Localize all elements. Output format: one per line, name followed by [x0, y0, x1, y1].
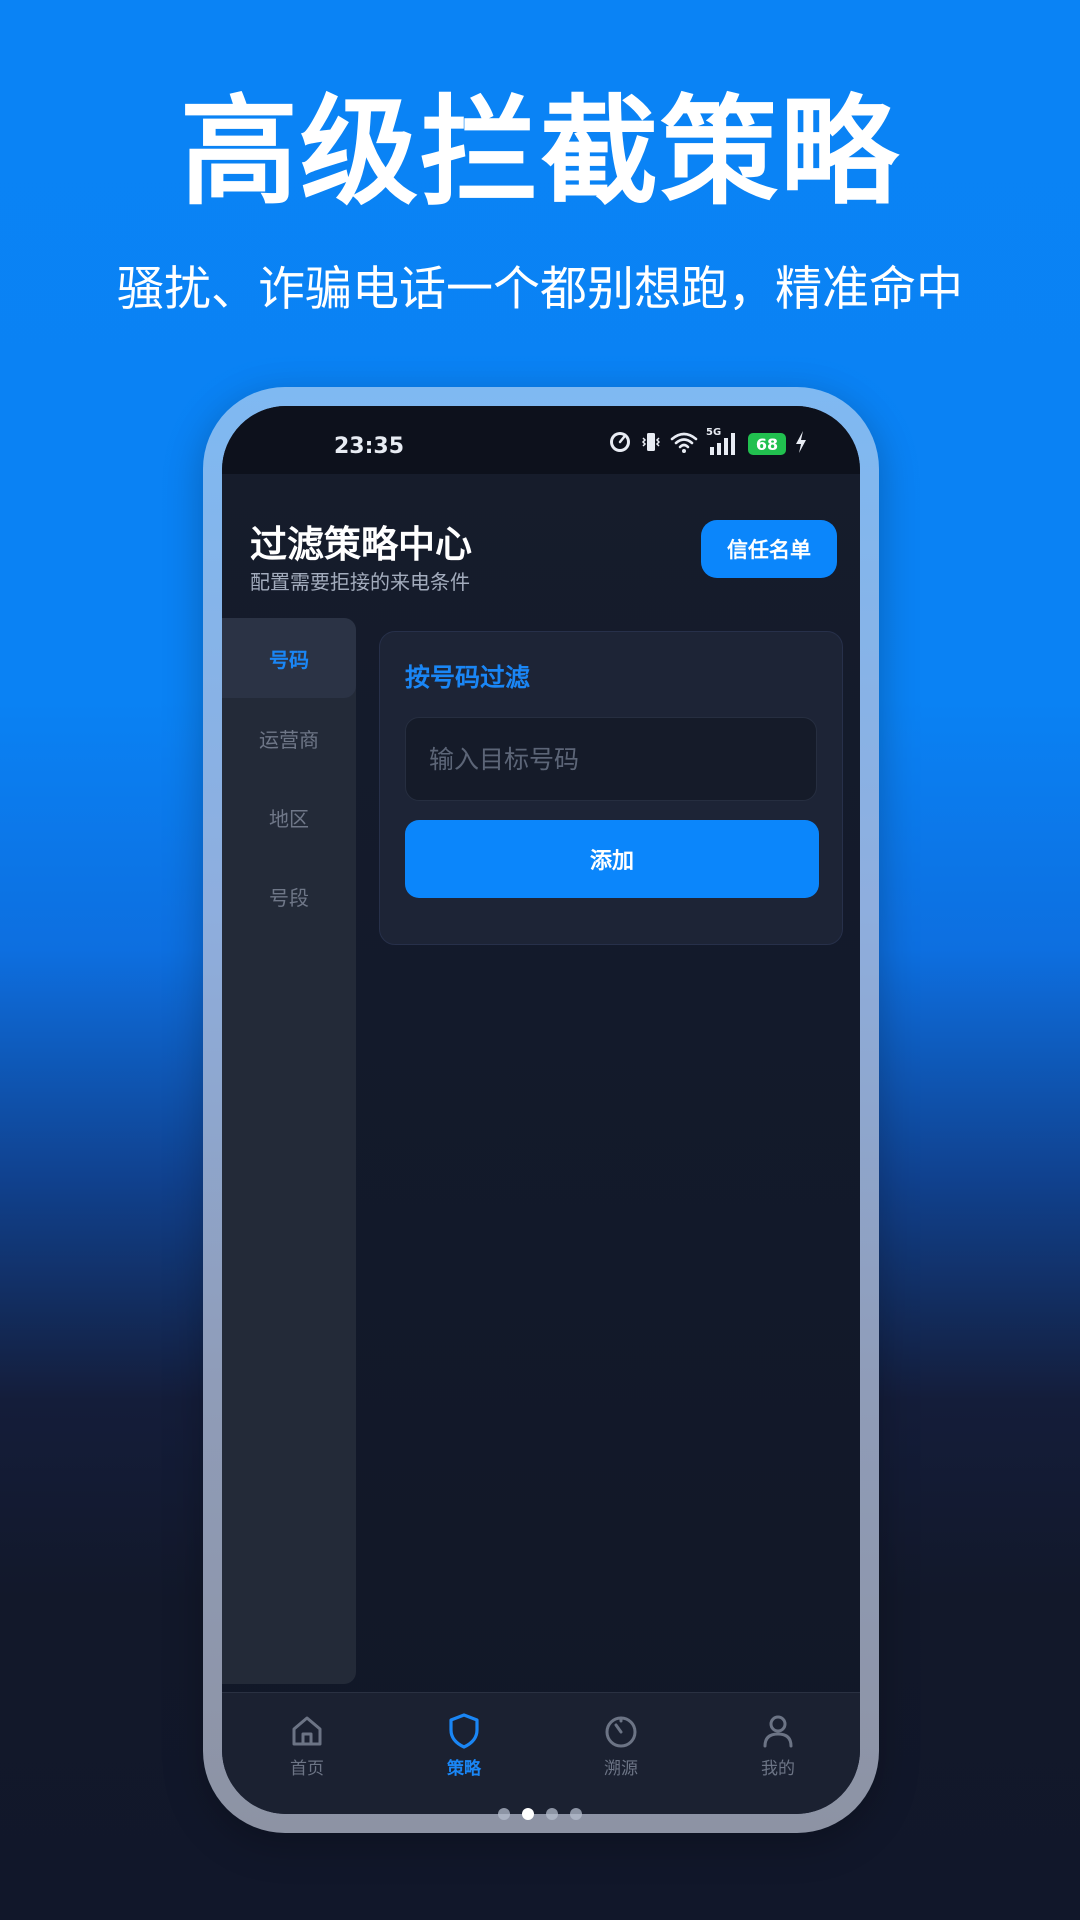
page-subtitle: 配置需要拒接的来电条件	[250, 570, 470, 594]
sidebar-item-region[interactable]: 地区	[222, 777, 356, 857]
bottom-nav: 首页 策略 溯源 我的	[222, 1692, 860, 1814]
status-icons: 5G 68	[608, 427, 808, 458]
promo-subtitle: 骚扰、诈骗电话一个都别想跑，精准命中	[117, 262, 963, 317]
nav-item-strategy[interactable]: 策略	[404, 1711, 524, 1789]
wifi-icon	[670, 430, 698, 458]
signal-icon: 5G	[706, 427, 740, 457]
promo-title: 高级拦截策略	[179, 83, 900, 221]
filter-type-sidebar: 号码 运营商 地区 号段	[222, 618, 356, 1684]
sidebar-item-carrier[interactable]: 运营商	[222, 698, 356, 778]
page-title: 过滤策略中心	[250, 523, 472, 566]
trust-list-button[interactable]: 信任名单	[701, 520, 837, 578]
user-icon	[758, 1711, 798, 1751]
nav-label-profile: 我的	[761, 1759, 795, 1779]
page-indicator	[0, 1808, 1080, 1822]
page-dot-active[interactable]	[522, 1808, 534, 1820]
page-dot[interactable]	[570, 1808, 582, 1820]
home-icon	[287, 1711, 327, 1751]
add-button[interactable]: 添加	[405, 820, 819, 898]
shield-icon	[444, 1711, 484, 1751]
battery-icon: 68	[748, 433, 786, 455]
card-title: 按号码过滤	[405, 663, 531, 692]
nav-label-trace: 溯源	[604, 1759, 638, 1779]
page-dot[interactable]	[546, 1808, 558, 1820]
number-filter-card: 按号码过滤 添加	[379, 631, 843, 945]
nav-label-home: 首页	[290, 1759, 324, 1779]
page-dot[interactable]	[498, 1808, 510, 1820]
target-number-input[interactable]	[405, 717, 817, 801]
status-time: 23:35	[334, 434, 405, 459]
sidebar-item-prefix[interactable]: 号段	[222, 856, 356, 936]
phone-frame: 23:35 5G 68 过滤策略中心 配置需要拒接的来电条件 信任名单 号码 运…	[203, 387, 879, 1833]
charging-icon	[794, 430, 808, 458]
vibrate-icon	[640, 430, 662, 458]
nav-item-trace[interactable]: 溯源	[561, 1711, 681, 1789]
phone-screen: 23:35 5G 68 过滤策略中心 配置需要拒接的来电条件 信任名单 号码 运…	[222, 406, 860, 1814]
gauge-icon	[608, 430, 632, 458]
timer-icon	[601, 1711, 641, 1751]
status-bar: 23:35 5G 68	[222, 406, 860, 474]
sidebar-item-number[interactable]: 号码	[222, 618, 356, 698]
nav-label-strategy: 策略	[447, 1759, 481, 1779]
nav-item-profile[interactable]: 我的	[718, 1711, 838, 1789]
nav-item-home[interactable]: 首页	[247, 1711, 367, 1789]
